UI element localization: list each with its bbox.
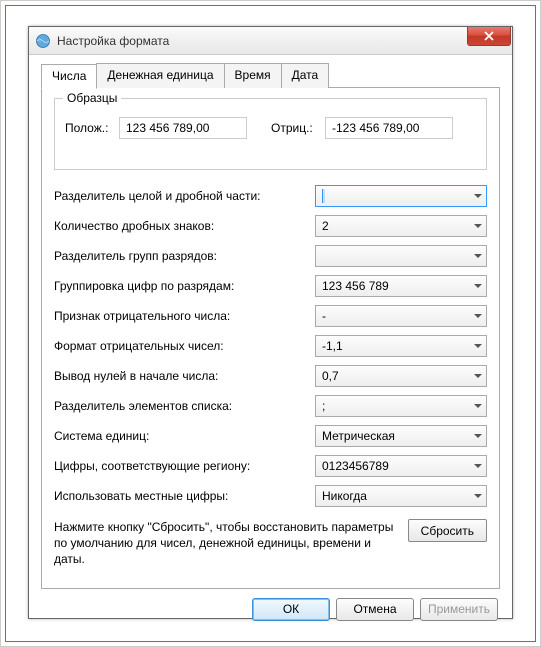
chevron-down-icon — [474, 194, 482, 198]
row-native-digits: Цифры, соответствующие региону: 01234567… — [54, 454, 487, 477]
row-decimal-digits: Количество дробных знаков: 2 — [54, 214, 487, 237]
chevron-down-icon — [474, 374, 482, 378]
reset-button[interactable]: Сбросить — [408, 519, 487, 542]
row-leading-zero: Вывод нулей в начале числа: 0,7 — [54, 364, 487, 387]
samples-group: Образцы Полож.: 123 456 789,00 Отриц.: -… — [54, 98, 487, 170]
chevron-down-icon — [474, 404, 482, 408]
chevron-down-icon — [474, 494, 482, 498]
tab-panel-numbers: Образцы Полож.: 123 456 789,00 Отриц.: -… — [41, 87, 500, 589]
samples-row: Полож.: 123 456 789,00 Отриц.: -123 456 … — [65, 117, 476, 139]
row-grouping: Группировка цифр по разрядам: 123 456 78… — [54, 274, 487, 297]
combo-native-digits[interactable]: 0123456789 — [315, 455, 487, 477]
row-measure: Система единиц: Метрическая — [54, 424, 487, 447]
chevron-down-icon — [474, 344, 482, 348]
ok-button[interactable]: ОК — [252, 598, 330, 621]
label-grouping: Группировка цифр по разрядам: — [54, 279, 315, 293]
outer-frame: Настройка формата Числа Денежная единица… — [5, 5, 536, 642]
combo-list-sep[interactable]: ; — [315, 395, 487, 417]
label-list-sep: Разделитель элементов списка: — [54, 399, 315, 413]
combo-group-sep[interactable] — [315, 245, 487, 267]
combo-measure[interactable]: Метрическая — [315, 425, 487, 447]
apply-button: Применить — [420, 598, 498, 621]
row-list-sep: Разделитель элементов списка: ; — [54, 394, 487, 417]
label-leading-zero: Вывод нулей в начале числа: — [54, 369, 315, 383]
label-decimal-sep: Разделитель целой и дробной части: — [54, 189, 315, 203]
row-group-sep: Разделитель групп разрядов: — [54, 244, 487, 267]
label-group-sep: Разделитель групп разрядов: — [54, 249, 315, 263]
combo-neg-sign[interactable]: - — [315, 305, 487, 327]
dialog-content: Числа Денежная единица Время Дата Образц… — [29, 55, 512, 631]
close-button[interactable] — [467, 27, 511, 46]
reset-row: Нажмите кнопку "Сбросить", чтобы восстан… — [54, 519, 487, 568]
dialog-window: Настройка формата Числа Денежная единица… — [28, 26, 513, 619]
row-use-native: Использовать местные цифры: Никогда — [54, 484, 487, 507]
label-decimal-digits: Количество дробных знаков: — [54, 219, 315, 233]
row-neg-sign: Признак отрицательного числа: - — [54, 304, 487, 327]
positive-sample: 123 456 789,00 — [119, 117, 247, 139]
negative-label: Отриц.: — [271, 121, 319, 135]
chevron-down-icon — [474, 434, 482, 438]
reset-text: Нажмите кнопку "Сбросить", чтобы восстан… — [54, 519, 398, 568]
chevron-down-icon — [474, 464, 482, 468]
chevron-down-icon — [474, 314, 482, 318]
negative-sample: -123 456 789,00 — [325, 117, 453, 139]
row-decimal-sep: Разделитель целой и дробной части: — [54, 184, 487, 207]
samples-legend: Образцы — [63, 91, 121, 105]
combo-leading-zero[interactable]: 0,7 — [315, 365, 487, 387]
combo-decimal-digits[interactable]: 2 — [315, 215, 487, 237]
combo-grouping[interactable]: 123 456 789 — [315, 275, 487, 297]
tab-currency[interactable]: Денежная единица — [96, 63, 224, 88]
label-neg-format: Формат отрицательных чисел: — [54, 339, 315, 353]
combo-neg-format[interactable]: -1,1 — [315, 335, 487, 357]
label-measure: Система единиц: — [54, 429, 315, 443]
footer-buttons: ОК Отмена Применить — [41, 598, 500, 621]
positive-label: Полож.: — [65, 121, 113, 135]
chevron-down-icon — [474, 254, 482, 258]
tab-time[interactable]: Время — [224, 63, 282, 88]
tab-date[interactable]: Дата — [281, 63, 330, 88]
label-native-digits: Цифры, соответствующие региону: — [54, 459, 315, 473]
combo-decimal-sep[interactable] — [315, 185, 487, 207]
cancel-button[interactable]: Отмена — [336, 598, 414, 621]
titlebar: Настройка формата — [29, 27, 512, 55]
chevron-down-icon — [474, 224, 482, 228]
tab-strip: Числа Денежная единица Время Дата — [41, 63, 500, 88]
tab-numbers[interactable]: Числа — [41, 64, 97, 89]
combo-use-native[interactable]: Никогда — [315, 485, 487, 507]
globe-icon — [35, 33, 51, 49]
label-use-native: Использовать местные цифры: — [54, 489, 315, 503]
row-neg-format: Формат отрицательных чисел: -1,1 — [54, 334, 487, 357]
label-neg-sign: Признак отрицательного числа: — [54, 309, 315, 323]
window-title: Настройка формата — [57, 34, 467, 48]
close-icon — [484, 31, 494, 41]
chevron-down-icon — [474, 284, 482, 288]
